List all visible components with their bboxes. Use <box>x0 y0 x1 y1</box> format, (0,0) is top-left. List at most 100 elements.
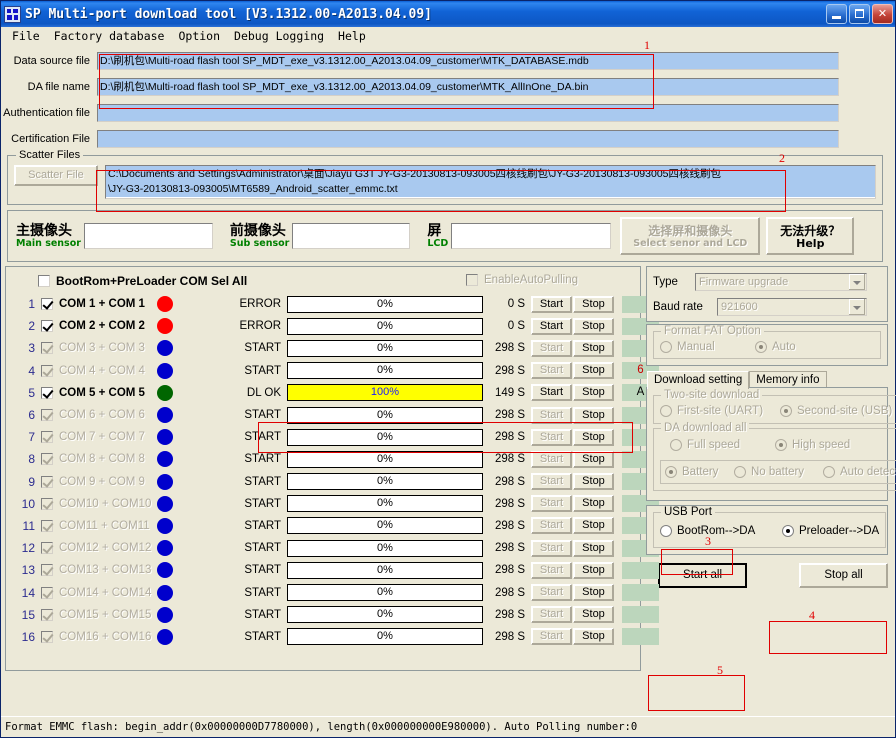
com-row-start-button[interactable]: Start <box>531 495 572 513</box>
com-row-checkbox[interactable] <box>41 497 53 510</box>
com-row-checkbox[interactable] <box>41 475 53 488</box>
help-button[interactable]: 无法升级？ Help <box>766 217 855 255</box>
chevron-down-icon[interactable] <box>849 299 865 315</box>
com-row-checkbox[interactable] <box>41 298 53 311</box>
com-row-stop-button[interactable]: Stop <box>573 450 614 468</box>
enable-auto-pulling-checkbox[interactable] <box>466 274 478 286</box>
com-row-start-button[interactable]: Start <box>531 539 572 557</box>
tab-download-setting[interactable]: Download setting <box>647 371 750 389</box>
com-row-start-button[interactable]: Start <box>531 317 572 335</box>
com-row-checkbox[interactable] <box>41 453 53 466</box>
format-auto-radio[interactable] <box>755 341 767 353</box>
com-row-checkbox[interactable] <box>41 608 53 621</box>
maximize-button[interactable] <box>849 4 870 24</box>
da-download-all-legend: DA download all <box>661 422 750 434</box>
com-row-stop-button[interactable]: Stop <box>573 495 614 513</box>
start-all-button[interactable]: Start all <box>658 563 748 588</box>
com-row-start-button[interactable]: Start <box>531 561 572 579</box>
com-row-stop-button[interactable]: Stop <box>573 539 614 557</box>
preloader-da-radio[interactable] <box>782 525 794 537</box>
com-row-checkbox[interactable] <box>41 431 53 444</box>
com-row-start-button[interactable]: Start <box>531 584 572 602</box>
battery-radio[interactable] <box>665 466 677 478</box>
com-row-stop-button[interactable]: Stop <box>573 384 614 402</box>
second-site-usb-radio[interactable] <box>780 405 792 417</box>
com-row-stop-button[interactable]: Stop <box>573 584 614 602</box>
data-source-file-input[interactable]: D:\刷机包\Multi-road flash tool SP_MDT_exe_… <box>97 51 839 70</box>
com-row-index: 12 <box>21 541 35 556</box>
select-sensor-lcd-button[interactable]: 选择屏和摄像头 Select senor and LCD <box>620 217 761 255</box>
com-row-checkbox[interactable] <box>41 364 53 377</box>
tab-memory-info[interactable]: Memory info <box>749 371 827 388</box>
scatter-file-button[interactable]: Scatter File <box>14 165 98 186</box>
com-row-start-button[interactable]: Start <box>531 606 572 624</box>
com-row-stop-button[interactable]: Stop <box>573 295 614 313</box>
com-row-label: COM12 + COM12 <box>59 542 152 555</box>
com-row-start-button[interactable]: Start <box>531 428 572 446</box>
com-row-checkbox[interactable] <box>41 586 53 599</box>
com-row-stop-button[interactable]: Stop <box>573 517 614 535</box>
com-row-stop-button[interactable]: Stop <box>573 317 614 335</box>
sub-sensor-input[interactable] <box>292 223 411 249</box>
menu-item-factory-database[interactable]: Factory database <box>47 28 172 44</box>
menu-item-option[interactable]: Option <box>171 28 227 44</box>
main-sensor-input[interactable] <box>83 223 213 249</box>
com-row-checkbox[interactable] <box>41 320 53 333</box>
com-row-start-button[interactable]: Start <box>531 362 572 380</box>
scatter-file-listbox[interactable]: C:\Documents and Settings\Administrator\… <box>105 165 876 199</box>
menu-item-file[interactable]: File <box>5 28 47 44</box>
com-row-checkbox[interactable] <box>41 542 53 555</box>
com-row-stop-button[interactable]: Stop <box>573 606 614 624</box>
sel-all-checkbox[interactable] <box>38 275 50 287</box>
da-file-name-input[interactable]: D:\刷机包\Multi-road flash tool SP_MDT_exe_… <box>97 77 839 96</box>
com-row-stop-button[interactable]: Stop <box>573 561 614 579</box>
com-row-start-button[interactable]: Start <box>531 406 572 424</box>
com-row-start-button[interactable]: Start <box>531 473 572 491</box>
com-row-stop-button[interactable]: Stop <box>573 628 614 646</box>
close-button[interactable]: ✕ <box>872 4 893 24</box>
no-battery-radio[interactable] <box>734 466 746 478</box>
com-row-start-button[interactable]: Start <box>531 339 572 357</box>
com-row-status-led <box>157 628 173 645</box>
com-row-start-button[interactable]: Start <box>531 384 572 402</box>
com-row-status-led <box>157 429 173 446</box>
com-row-label: COM15 + COM15 <box>59 608 152 621</box>
auto-detect-radio[interactable] <box>823 466 835 478</box>
enable-auto-pulling-row: EnableAutoPulling <box>466 274 578 286</box>
com-row-status-led <box>157 495 173 512</box>
com-row-checkbox[interactable] <box>41 342 53 355</box>
scatter-file-selected-item[interactable]: C:\Documents and Settings\Administrator\… <box>106 166 875 197</box>
baud-rate-combobox[interactable]: 921600 <box>717 298 867 316</box>
com-row-stop-button[interactable]: Stop <box>573 406 614 424</box>
chevron-down-icon[interactable] <box>849 274 865 290</box>
com-row-stop-button[interactable]: Stop <box>573 362 614 380</box>
bootrom-da-radio[interactable] <box>660 525 672 537</box>
com-row-start-button[interactable]: Start <box>531 450 572 468</box>
da-high-speed-radio[interactable] <box>775 439 787 451</box>
com-row-progress-text: 0% <box>377 297 393 310</box>
com-row-stop-button[interactable]: Stop <box>573 339 614 357</box>
com-row-checkbox[interactable] <box>41 386 53 399</box>
com-row-progress-bar: 0% <box>287 584 483 602</box>
com-row-start-button[interactable]: Start <box>531 628 572 646</box>
com-row-checkbox[interactable] <box>41 519 53 532</box>
first-site-uart-radio[interactable] <box>660 405 672 417</box>
type-combobox[interactable]: Firmware upgrade <box>695 273 867 291</box>
com-row-start-button[interactable]: Start <box>531 517 572 535</box>
com-row-stop-button[interactable]: Stop <box>573 428 614 446</box>
com-row-checkbox[interactable] <box>41 564 53 577</box>
lcd-input[interactable] <box>451 223 612 249</box>
minimize-button[interactable] <box>826 4 847 24</box>
da-full-speed-radio[interactable] <box>670 439 682 451</box>
menu-item-help[interactable]: Help <box>331 28 373 44</box>
com-row-checkbox[interactable] <box>41 409 53 422</box>
authentication-file-input[interactable] <box>97 103 839 122</box>
com-row-start-button[interactable]: Start <box>531 295 572 313</box>
menu-item-debug-logging[interactable]: Debug Logging <box>227 28 331 44</box>
stop-all-button[interactable]: Stop all <box>799 563 888 588</box>
certification-file-input[interactable] <box>97 129 839 148</box>
format-manual-radio[interactable] <box>660 341 672 353</box>
com-row-stop-button[interactable]: Stop <box>573 473 614 491</box>
com-row-checkbox[interactable] <box>41 630 53 643</box>
app-icon <box>4 5 21 23</box>
